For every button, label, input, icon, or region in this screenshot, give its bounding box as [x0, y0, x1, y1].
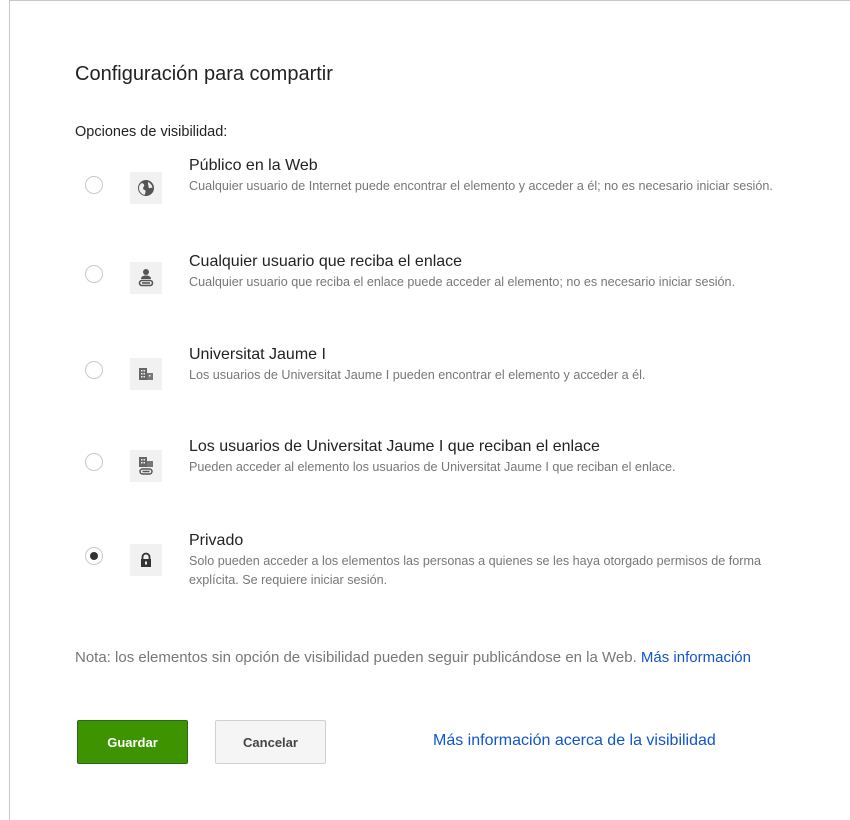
- option-description: Solo pueden acceder a los elementos las …: [189, 554, 761, 587]
- option-title: Público en la Web: [189, 157, 318, 174]
- sharing-settings-dialog: Configuración para compartir Opciones de…: [9, 0, 850, 820]
- option-title: Cualquier usuario que reciba el enlace: [189, 253, 463, 270]
- option-organization[interactable]: Universitat Jaume I Los usuarios de Univ…: [80, 345, 780, 429]
- option-title: Privado: [189, 532, 244, 549]
- visibility-note: Nota: los elementos sin opción de visibi…: [75, 646, 795, 670]
- radio-public-web[interactable]: [85, 176, 103, 194]
- option-description: Los usuarios de Universitat Jaume I pued…: [189, 368, 646, 382]
- option-description: Cualquier usuario que reciba el enlace p…: [189, 275, 736, 289]
- building-icon: [130, 358, 162, 390]
- option-public-web[interactable]: Público en la Web Cualquier usuario de I…: [80, 156, 780, 240]
- globe-icon: [130, 172, 162, 204]
- visibility-options-label: Opciones de visibilidad:: [75, 124, 228, 140]
- building-link-icon: [130, 450, 162, 482]
- option-description: Pueden acceder al elemento los usuarios …: [189, 460, 676, 474]
- visibility-info-link[interactable]: Más información acerca de la visibilidad: [433, 732, 716, 750]
- cancel-button[interactable]: Cancelar: [215, 720, 326, 764]
- option-private[interactable]: Privado Solo pueden acceder a los elemen…: [80, 531, 780, 615]
- option-anyone-with-link[interactable]: Cualquier usuario que reciba el enlace C…: [80, 252, 780, 336]
- person-link-icon: [130, 262, 162, 294]
- radio-anyone-with-link[interactable]: [85, 265, 103, 283]
- radio-organization[interactable]: [85, 361, 103, 379]
- option-description: Cualquier usuario de Internet puede enco…: [189, 179, 773, 193]
- lock-icon: [130, 544, 162, 576]
- option-title: Universitat Jaume I: [189, 346, 326, 363]
- save-button[interactable]: Guardar: [77, 720, 188, 764]
- more-info-link[interactable]: Más información: [641, 649, 751, 666]
- option-title: Los usuarios de Universitat Jaume I que …: [189, 438, 600, 455]
- note-text: Nota: los elementos sin opción de visibi…: [75, 649, 637, 666]
- radio-private[interactable]: [85, 547, 103, 565]
- dialog-title: Configuración para compartir: [75, 63, 333, 85]
- radio-organization-with-link[interactable]: [85, 453, 103, 471]
- option-organization-with-link[interactable]: Los usuarios de Universitat Jaume I que …: [80, 437, 780, 521]
